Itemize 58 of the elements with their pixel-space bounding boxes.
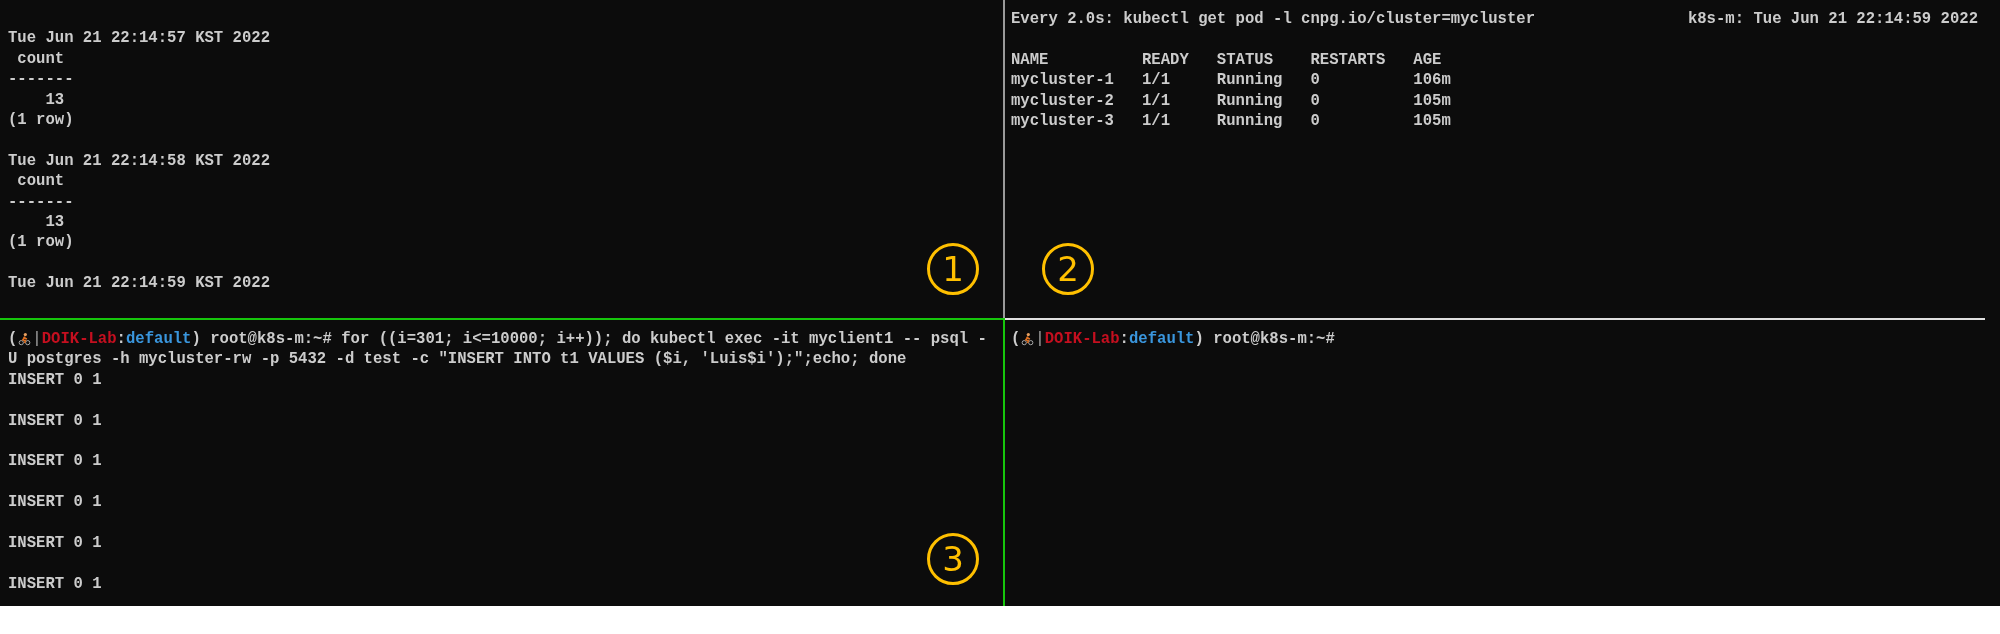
output-line: count — [16, 171, 66, 192]
cluster-context: DOIK-Lab — [41, 329, 117, 350]
cluster-context: DOIK-Lab — [1044, 329, 1120, 350]
column-header: READY — [1142, 49, 1190, 71]
table-cell: 105m — [1413, 111, 1451, 132]
cyclist-icon — [1021, 332, 1035, 347]
output-line: INSERT 0 1 — [8, 369, 103, 391]
output-line: Tue Jun 21 22:14:59 KST 2022 — [8, 273, 272, 294]
column-header: RESTARTS — [1310, 49, 1387, 71]
table-cell-text: 0 — [1310, 90, 1321, 111]
table-cell-text: 1/1 — [1142, 70, 1172, 91]
output-line: INSERT 0 1 — [8, 573, 103, 595]
namespace-name: default — [1128, 329, 1195, 350]
step-marker: 3 — [927, 533, 979, 585]
prompt-separator: | — [32, 329, 42, 350]
command-text: for ((i=301; i<=10000; i++)); do kubectl exec -it myclient1 -- psql - — [340, 329, 987, 350]
table-cell-text: Running — [1216, 70, 1284, 91]
watch-command: Every 2.0s: kubectl get pod -l cnpg.io/cluster=mycluster — [1011, 9, 1536, 30]
watch-timestamp: k8s-m: Tue Jun 21 22:14:59 2022 — [1687, 9, 1978, 30]
column-header: NAME — [1011, 49, 1050, 71]
namespace-name: default — [125, 329, 192, 350]
table-cell-text: 0 — [1310, 70, 1321, 91]
output-line: INSERT 0 1 — [8, 492, 103, 513]
output-line: INSERT 0 1 — [8, 451, 103, 472]
output-line: count — [16, 48, 66, 70]
table-cell: 106m — [1413, 70, 1451, 91]
table-cell-text: Running — [1216, 90, 1284, 111]
prompt-text: ( — [8, 329, 18, 350]
column-header: STATUS — [1216, 49, 1274, 71]
output-line: (1 row) — [8, 232, 75, 253]
output-line: 13 — [44, 89, 66, 110]
prompt-separator: | — [1035, 329, 1045, 350]
table-cell-text: mycluster-2 — [1011, 90, 1115, 111]
output-line: ------- — [8, 191, 75, 213]
output-line: ------- — [8, 69, 75, 90]
output-line: Tue Jun 21 22:14:58 KST 2022 — [8, 150, 272, 172]
prompt-text: ) root@k8s-m:~# — [191, 329, 332, 350]
output-line: INSERT 0 1 — [8, 533, 103, 554]
output-line: (1 row) — [8, 110, 75, 131]
table-cell-text: mycluster-3 — [1011, 111, 1115, 132]
prompt-colon: : — [116, 329, 126, 350]
cyclist-icon — [18, 332, 32, 347]
table-cell-text: 1/1 — [1142, 90, 1172, 111]
table-cell-text: mycluster-1 — [1011, 70, 1115, 91]
column-header: AGE — [1413, 49, 1442, 71]
prompt-text: ( — [1011, 329, 1021, 350]
step-marker: 2 — [1042, 243, 1094, 295]
command-text: U postgres -h mycluster-rw -p 5432 -d test -c "INSERT INTO t1 VALUES ($i, 'Luis$i');";echo; done — [8, 349, 908, 370]
prompt-text: ) root@k8s-m:~# — [1194, 329, 1335, 350]
output-line: INSERT 0 1 — [8, 410, 103, 431]
output-line: Tue Jun 21 22:14:57 KST 2022 — [8, 28, 272, 49]
table-cell-text: 1/1 — [1142, 111, 1172, 132]
table-cell-text: 0 — [1310, 111, 1321, 132]
step-marker: 1 — [927, 243, 979, 295]
prompt-colon: : — [1119, 329, 1129, 350]
output-line: 13 — [44, 212, 66, 233]
table-cell: 105m — [1413, 90, 1451, 111]
table-cell-text: Running — [1216, 111, 1284, 132]
